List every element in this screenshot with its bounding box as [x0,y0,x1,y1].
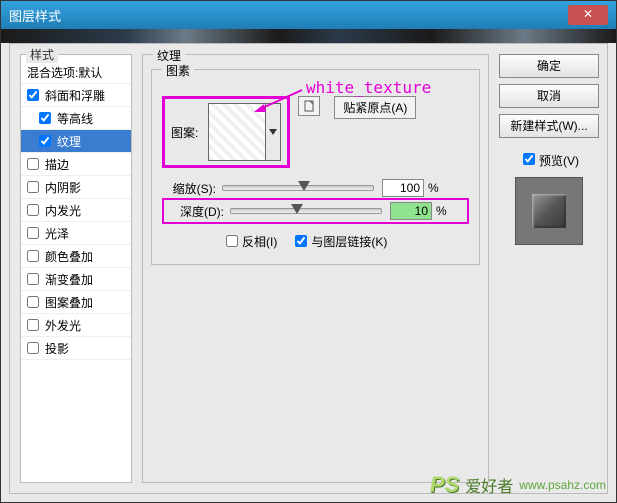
blend-options[interactable]: 混合选项:默认 [21,61,131,84]
style-item[interactable]: 投影 [21,337,131,360]
style-label: 投影 [45,340,69,357]
scale-row: 缩放(S): 100 % [162,178,469,198]
styles-list: 混合选项:默认斜面和浮雕等高线纹理描边内阴影内发光光泽颜色叠加渐变叠加图案叠加外… [20,54,132,483]
styles-header: 样式 [26,46,58,63]
style-item[interactable]: 描边 [21,153,131,176]
link-layer-checkbox[interactable]: 与图层链接(K) [291,232,387,250]
style-checkbox[interactable] [39,135,51,147]
pattern-swatch[interactable] [208,103,266,161]
invert-checkbox[interactable]: 反相(I) [222,232,277,250]
style-label: 等高线 [57,110,93,127]
style-checkbox[interactable] [27,342,39,354]
preview-checkbox[interactable]: 预览(V) [519,150,579,169]
texture-group: 纹理 图素 图案: 贴紧原点(A) [142,54,489,483]
percent-label: % [436,204,447,218]
ps-logo: PS [430,472,459,498]
element-subgroup: 图素 图案: 贴紧原点(A) 缩放(S): [151,69,480,265]
scale-input[interactable]: 100 [382,179,424,197]
titlebar: 图层样式 ✕ [1,1,616,29]
style-item[interactable]: 纹理 [21,130,131,153]
page-icon [303,100,315,112]
slider-thumb[interactable] [298,181,310,191]
style-checkbox[interactable] [27,273,39,285]
style-checkbox[interactable] [27,181,39,193]
ok-button[interactable]: 确定 [499,54,599,78]
style-checkbox[interactable] [39,112,51,124]
style-label: 斜面和浮雕 [45,87,105,104]
style-label: 渐变叠加 [45,271,93,288]
header-decor [1,29,616,43]
dialog-body: 样式 混合选项:默认斜面和浮雕等高线纹理描边内阴影内发光光泽颜色叠加渐变叠加图案… [9,43,608,494]
style-item[interactable]: 颜色叠加 [21,245,131,268]
scale-label: 缩放(S): [162,180,216,197]
style-checkbox[interactable] [27,296,39,308]
style-label: 描边 [45,156,69,173]
depth-label: 深度(D): [170,203,224,220]
preview-thumbnail [532,194,566,228]
scale-slider[interactable] [222,185,374,191]
snap-origin-button[interactable]: 贴紧原点(A) [334,96,416,119]
style-item[interactable]: 内发光 [21,199,131,222]
style-item[interactable]: 内阴影 [21,176,131,199]
window-title: 图层样式 [9,6,61,25]
sub-title: 图素 [162,62,194,79]
style-checkbox[interactable] [27,319,39,331]
depth-highlight: 深度(D): 10 % [162,198,469,224]
style-label: 外发光 [45,317,81,334]
style-label: 光泽 [45,225,69,242]
style-label: 纹理 [57,133,81,150]
watermark: PS 爱好者 www.psahz.com [430,472,606,498]
depth-input[interactable]: 10 [390,202,432,220]
style-item[interactable]: 渐变叠加 [21,268,131,291]
pattern-dropdown[interactable] [266,103,281,161]
depth-slider[interactable] [230,208,382,214]
percent-label: % [428,181,439,195]
pattern-label: 图案: [171,124,198,141]
right-column: 确定 取消 新建样式(W)... 预览(V) [499,54,599,245]
watermark-url: www.psahz.com [519,478,606,492]
style-checkbox[interactable] [27,204,39,216]
style-checkbox[interactable] [27,227,39,239]
pattern-highlight: 图案: [162,96,290,168]
style-checkbox[interactable] [27,158,39,170]
style-label: 图案叠加 [45,294,93,311]
layer-style-dialog: 图层样式 ✕ 样式 混合选项:默认斜面和浮雕等高线纹理描边内阴影内发光光泽颜色叠… [0,0,617,503]
new-pattern-button[interactable] [298,96,320,116]
style-item[interactable]: 斜面和浮雕 [21,84,131,107]
style-item[interactable]: 光泽 [21,222,131,245]
style-item[interactable]: 等高线 [21,107,131,130]
preview-box [515,177,583,245]
style-checkbox[interactable] [27,89,39,101]
style-item[interactable]: 图案叠加 [21,291,131,314]
chevron-down-icon [269,129,277,135]
style-item[interactable]: 外发光 [21,314,131,337]
watermark-cn: 爱好者 [465,473,513,497]
slider-thumb[interactable] [291,204,303,214]
style-label: 内发光 [45,202,81,219]
style-checkbox[interactable] [27,250,39,262]
close-button[interactable]: ✕ [568,5,608,25]
style-label: 颜色叠加 [45,248,93,265]
style-label: 内阴影 [45,179,81,196]
new-style-button[interactable]: 新建样式(W)... [499,114,599,138]
cancel-button[interactable]: 取消 [499,84,599,108]
